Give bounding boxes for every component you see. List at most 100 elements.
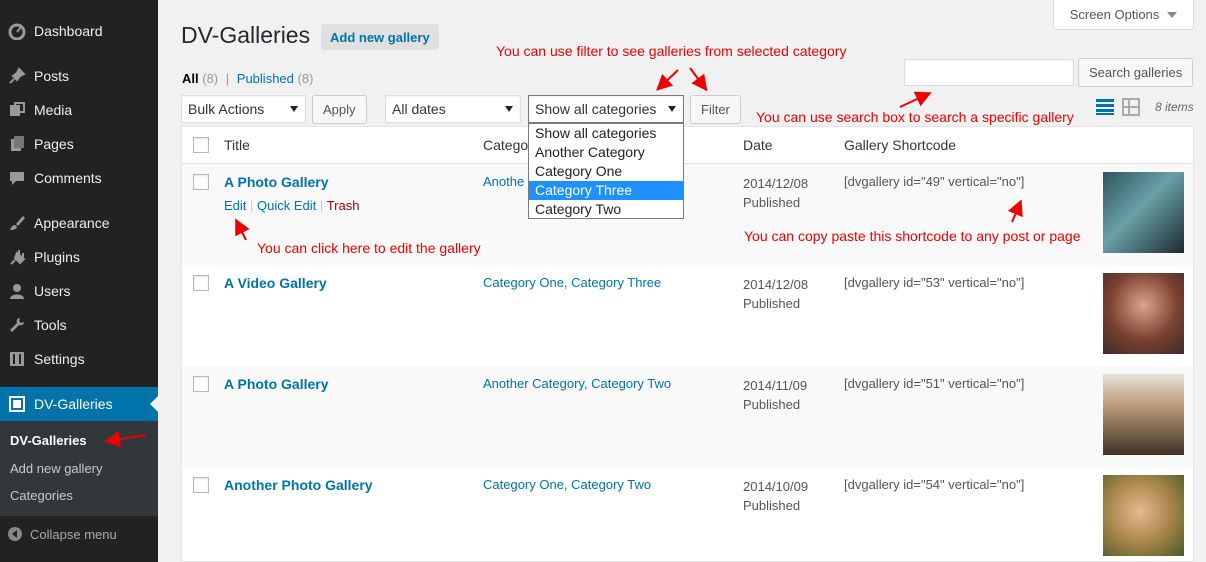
edit-link[interactable]: Edit: [224, 198, 246, 213]
table-row: A Photo Gallery Another Category, Catego…: [182, 366, 1193, 467]
menu-comments[interactable]: Comments: [0, 161, 158, 195]
gallery-categories[interactable]: Anothe: [483, 174, 524, 189]
menu-settings[interactable]: Settings: [0, 342, 158, 376]
media-icon: [0, 101, 34, 119]
gallery-shortcode: [dvgallery id="54" vertical="no"]: [844, 477, 1025, 492]
excerpt-view-icon[interactable]: [1122, 98, 1140, 119]
chevron-down-icon: [505, 106, 513, 116]
menu-label: Posts: [34, 68, 70, 84]
collapse-icon: [0, 526, 30, 542]
search-input[interactable]: [904, 59, 1074, 86]
gallery-categories[interactable]: Category One, Category Three: [483, 275, 661, 290]
dropdown-option[interactable]: Show all categories: [529, 124, 683, 143]
screen-options-button[interactable]: Screen Options: [1053, 0, 1194, 30]
search-galleries-button[interactable]: Search galleries: [1078, 58, 1194, 87]
column-category[interactable]: Catego: [483, 137, 528, 153]
trash-link[interactable]: Trash: [327, 198, 360, 213]
date-value: 2014/11/09: [743, 378, 808, 393]
column-shortcode: Gallery Shortcode: [844, 137, 957, 153]
gallery-title-link[interactable]: A Photo Gallery: [224, 376, 329, 392]
menu-label: Settings: [34, 351, 85, 367]
gallery-thumbnail: [1103, 172, 1184, 253]
menu-dv-galleries[interactable]: DV-Galleries: [0, 387, 158, 421]
settings-icon: [0, 350, 34, 368]
add-new-gallery-button[interactable]: Add new gallery: [321, 24, 439, 50]
separator: |: [319, 198, 324, 213]
row-checkbox[interactable]: [193, 275, 209, 291]
table-header: Title Catego Date Gallery Shortcode: [182, 127, 1193, 164]
category-dropdown-list: Show all categories Another Category Cat…: [528, 123, 684, 219]
view-all-link[interactable]: All: [182, 71, 199, 86]
gallery-thumbnail: [1103, 475, 1184, 556]
submenu-add-new-gallery[interactable]: Add new gallery: [10, 461, 103, 476]
status-value: Published: [743, 195, 801, 210]
submenu-dv-galleries[interactable]: DV-Galleries: [10, 433, 87, 448]
annotation-edit: You can click here to edit the gallery: [257, 240, 481, 256]
screen-options-label: Screen Options: [1069, 7, 1160, 22]
gallery-shortcode: [dvgallery id="49" vertical="no"]: [844, 174, 1025, 189]
menu-label: Dashboard: [34, 23, 103, 39]
menu-label: Plugins: [34, 249, 80, 265]
dropdown-option[interactable]: Category One: [529, 162, 683, 181]
menu-posts[interactable]: Posts: [0, 59, 158, 93]
view-published-link[interactable]: Published: [237, 71, 294, 86]
gallery-thumbnail: [1103, 273, 1184, 354]
menu-label: Comments: [34, 170, 102, 186]
menu-label: Tools: [34, 317, 67, 333]
gallery-shortcode: [dvgallery id="53" vertical="no"]: [844, 275, 1025, 290]
column-date[interactable]: Date: [743, 137, 773, 153]
menu-label: Appearance: [34, 215, 110, 231]
menu-plugins[interactable]: Plugins: [0, 240, 158, 274]
annotation-filter: You can use filter to see galleries from…: [496, 43, 847, 59]
dropdown-arrow-icon: [1167, 11, 1178, 23]
date-value: 2014/12/08: [743, 176, 809, 191]
arrow-to-search: [899, 91, 932, 108]
gallery-thumbnail: [1103, 374, 1184, 455]
menu-label: Users: [34, 283, 71, 299]
dates-select[interactable]: All dates: [385, 95, 521, 123]
menu-label: Pages: [34, 136, 74, 152]
dropdown-option[interactable]: Category Two: [529, 200, 683, 219]
menu-appearance[interactable]: Appearance: [0, 206, 158, 240]
bulk-actions-select[interactable]: Bulk Actions: [181, 95, 306, 123]
apply-button[interactable]: Apply: [312, 95, 367, 124]
separator: |: [250, 198, 254, 213]
gallery-categories[interactable]: Another Category, Category Two: [483, 376, 671, 391]
date-value: 2014/12/08: [743, 277, 809, 292]
status-links: All (8) | Published (8): [182, 71, 313, 86]
chevron-down-icon: [290, 106, 298, 116]
category-select[interactable]: Show all categories: [528, 95, 684, 123]
gallery-categories[interactable]: Category One, Category Two: [483, 477, 651, 492]
comment-icon: [0, 169, 34, 187]
annotation-search: You can use search box to search a speci…: [756, 109, 1074, 125]
menu-dashboard[interactable]: Dashboard: [0, 14, 158, 48]
select-all-checkbox[interactable]: [193, 137, 209, 153]
gallery-title-link[interactable]: Another Photo Gallery: [224, 477, 373, 493]
gallery-title-link[interactable]: A Photo Gallery: [224, 174, 329, 190]
collapse-menu-button[interactable]: Collapse menu: [0, 521, 117, 547]
arrow-to-category-select: [656, 69, 679, 91]
submenu-categories[interactable]: Categories: [10, 488, 73, 503]
gallery-date: 2014/12/08 Published: [743, 275, 808, 313]
gallery-date: 2014/10/09 Published: [743, 477, 808, 515]
column-title[interactable]: Title: [224, 137, 250, 153]
gallery-shortcode: [dvgallery id="51" vertical="no"]: [844, 376, 1025, 391]
admin-sidebar: Dashboard Posts Media Pages Comments App…: [0, 0, 158, 562]
galleries-table: Title Catego Date Gallery Shortcode A Ph…: [181, 126, 1194, 562]
menu-pages[interactable]: Pages: [0, 127, 158, 161]
row-checkbox[interactable]: [193, 174, 209, 190]
menu-users[interactable]: Users: [0, 274, 158, 308]
quick-edit-link[interactable]: Quick Edit: [257, 198, 316, 213]
row-checkbox[interactable]: [193, 376, 209, 392]
row-actions: Edit | Quick Edit | Trash: [224, 198, 359, 213]
gallery-title-link[interactable]: A Video Gallery: [224, 275, 327, 291]
bulk-actions-value: Bulk Actions: [188, 101, 265, 117]
menu-media[interactable]: Media: [0, 93, 158, 127]
dropdown-option[interactable]: Another Category: [529, 143, 683, 162]
menu-tools[interactable]: Tools: [0, 308, 158, 342]
list-view-icon[interactable]: [1096, 98, 1114, 119]
dropdown-option-highlighted[interactable]: Category Three: [529, 181, 683, 200]
annotation-shortcode: You can copy paste this shortcode to any…: [744, 228, 1081, 244]
row-checkbox[interactable]: [193, 477, 209, 493]
filter-button[interactable]: Filter: [690, 95, 741, 124]
